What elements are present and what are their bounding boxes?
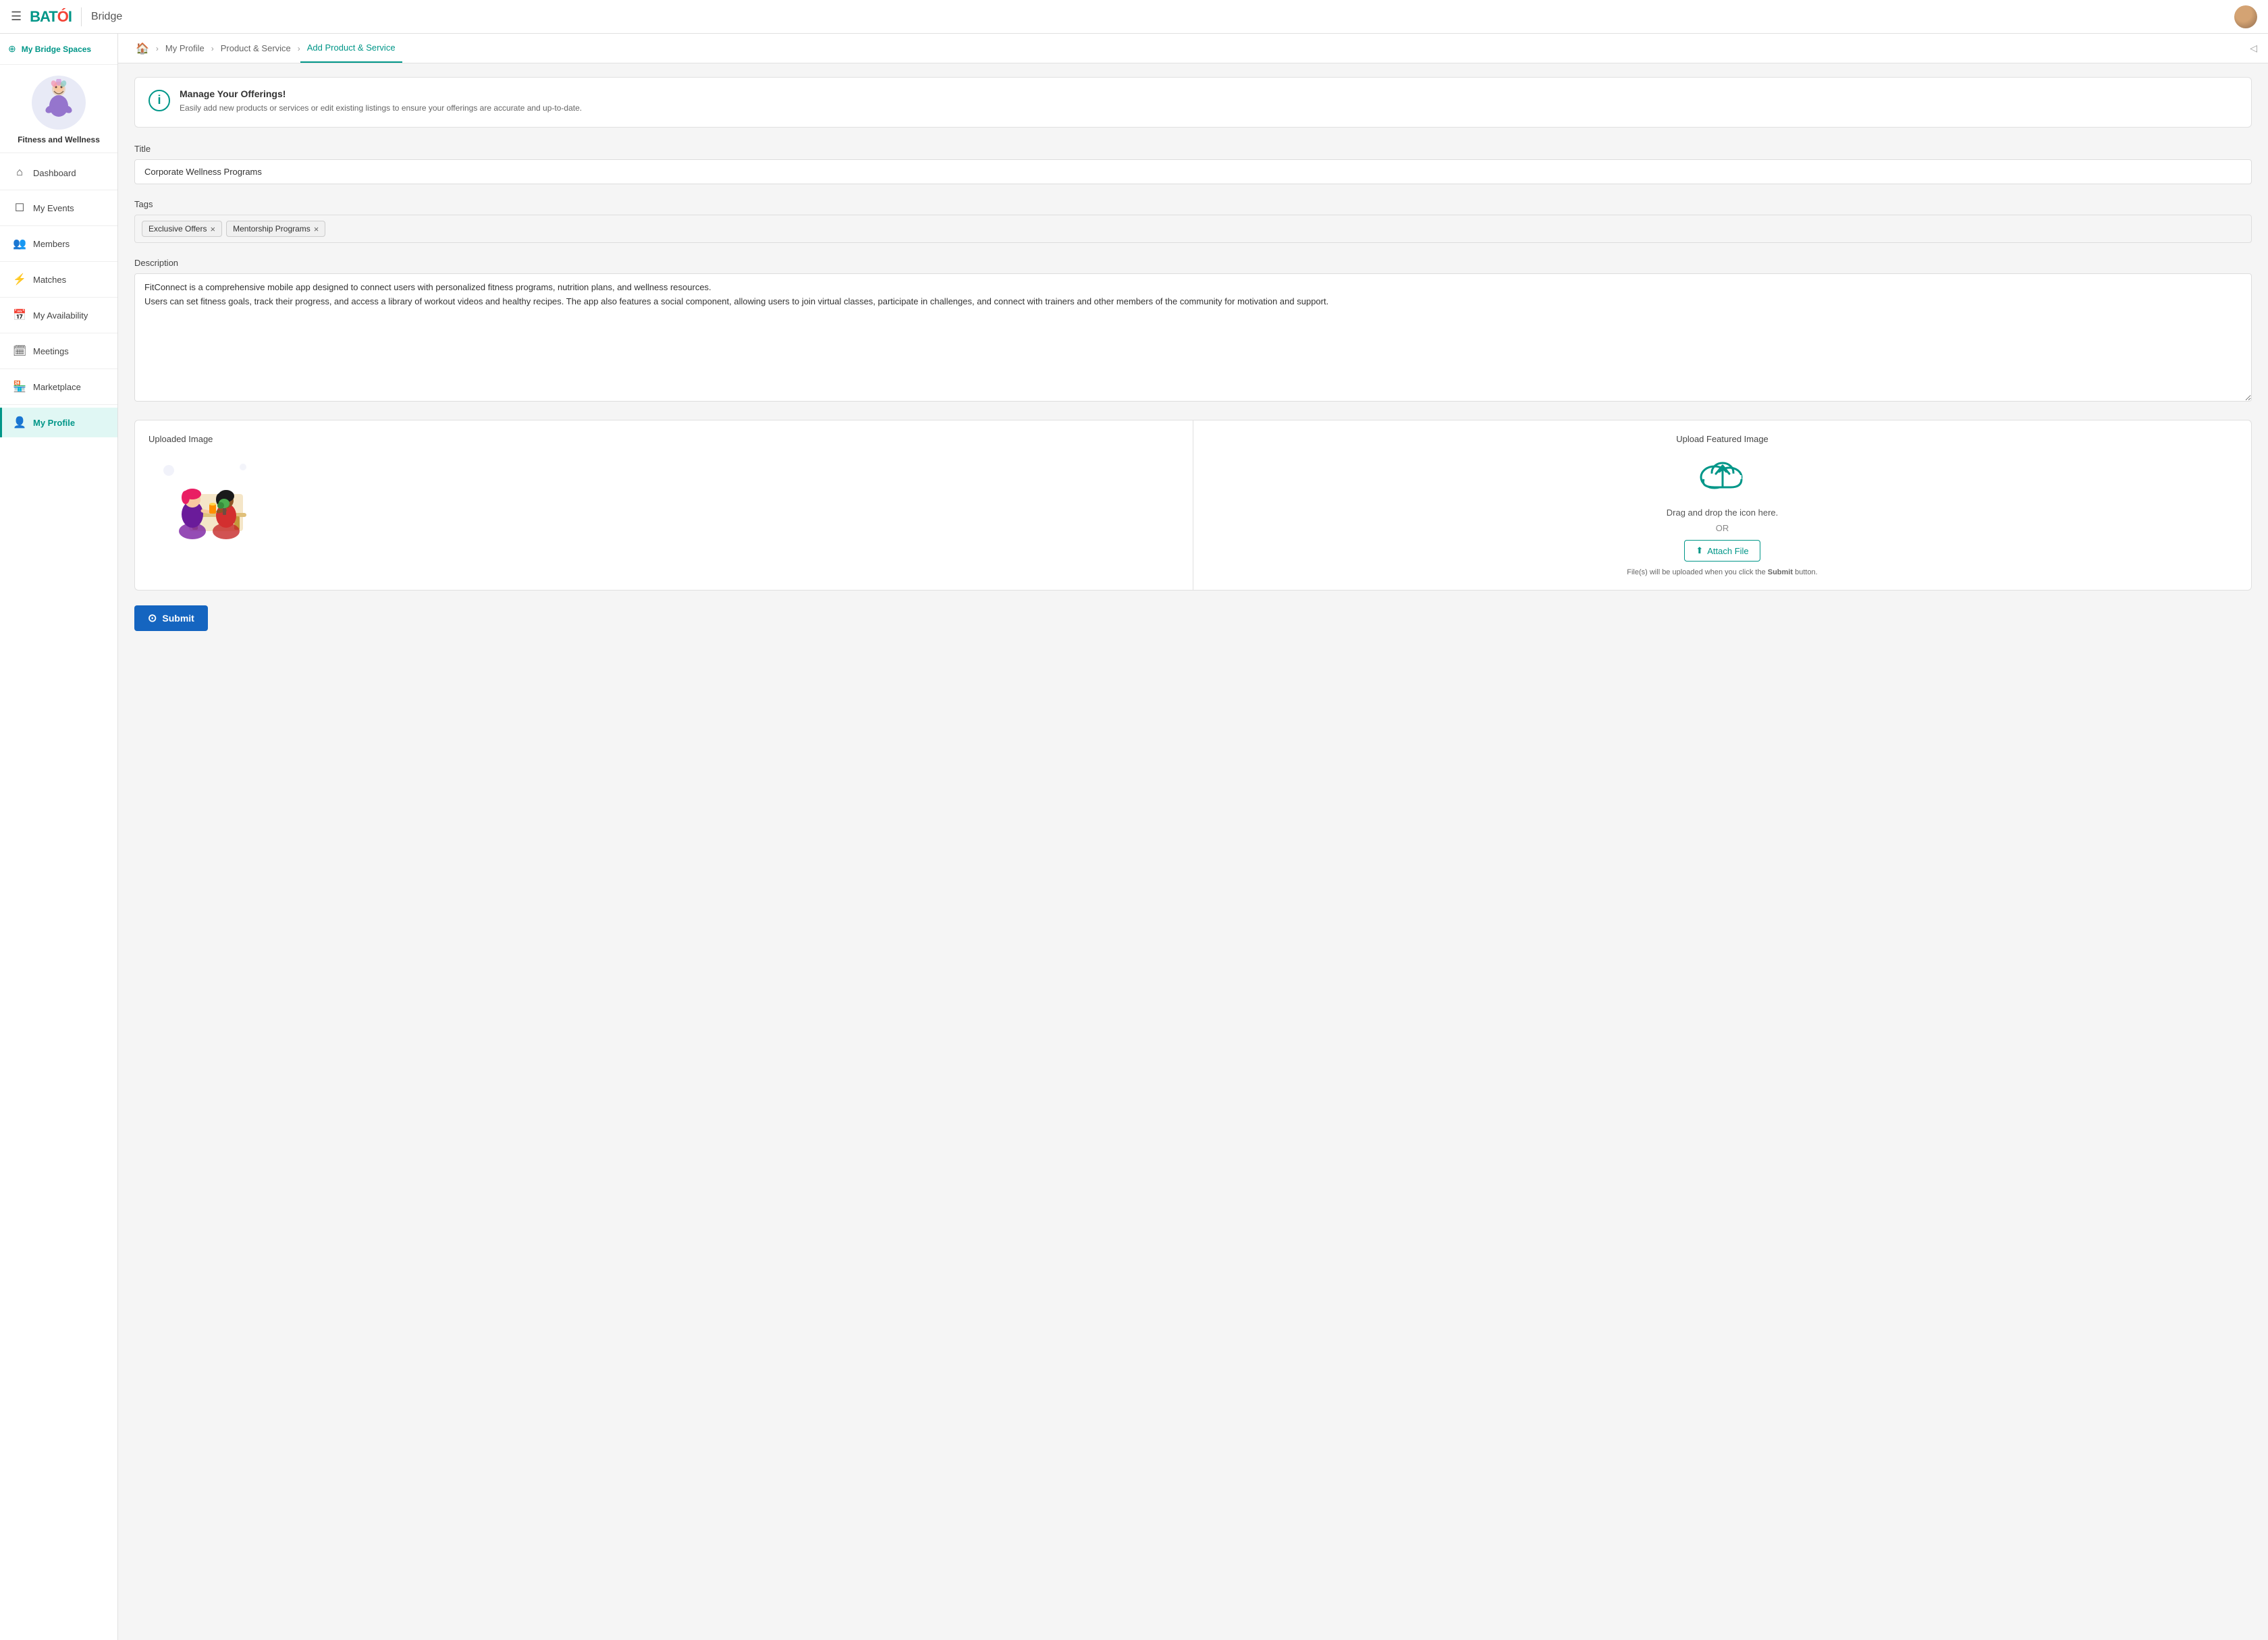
- info-banner-description: Easily add new products or services or e…: [180, 102, 582, 114]
- title-input[interactable]: [134, 159, 2252, 184]
- breadcrumb-add-product-service[interactable]: Add Product & Service: [300, 34, 402, 63]
- or-text: OR: [1716, 523, 1729, 533]
- breadcrumb-my-profile-label: My Profile: [165, 43, 205, 53]
- my-events-label: My Events: [33, 203, 74, 213]
- svg-text:i: i: [157, 93, 161, 107]
- title-section: Title: [134, 144, 2252, 184]
- breadcrumb-bar: 🏠 › My Profile › Product & Service › Add…: [118, 34, 2268, 63]
- info-banner-title: Manage Your Offerings!: [180, 88, 582, 99]
- attach-icon: ⬆: [1696, 545, 1703, 556]
- tag-mentorship-programs: Mentorship Programs ×: [226, 221, 325, 237]
- my-bridge-spaces-header[interactable]: ⊕ My Bridge Spaces: [0, 34, 117, 65]
- profile-illustration: [35, 79, 82, 126]
- attach-file-button[interactable]: ⬆ Attach File: [1684, 540, 1760, 562]
- image-row: Uploaded Image: [134, 420, 2252, 591]
- bridge-spaces-icon: ⊕: [8, 43, 16, 55]
- upload-note-end: button.: [1795, 568, 1818, 576]
- top-nav: ☰ BATÓI Bridge: [0, 0, 2268, 34]
- meetings-label: Meetings: [33, 346, 69, 356]
- home-icon: 🏠: [136, 42, 149, 55]
- submit-button[interactable]: ⊙ Submit: [134, 605, 208, 631]
- sidebar-item-marketplace[interactable]: 🏪 Marketplace: [0, 372, 117, 402]
- sidebar-item-dashboard[interactable]: ⌂ Dashboard: [0, 159, 117, 187]
- sidebar: ⊕ My Bridge Spaces: [0, 34, 118, 1640]
- avatar-image: [2234, 5, 2257, 28]
- sidebar-item-members[interactable]: 👥 Members: [0, 229, 117, 258]
- tag-mentorship-programs-remove[interactable]: ×: [314, 225, 319, 234]
- sidebar-avatar: [32, 76, 86, 130]
- sidebar-profile: Fitness and Wellness: [0, 65, 117, 153]
- members-icon: 👥: [13, 237, 26, 250]
- uploaded-image-illustration: [148, 454, 256, 541]
- sidebar-item-meetings[interactable]: 🗓 Meetings: [0, 336, 117, 366]
- my-availability-icon: 📅: [13, 308, 26, 322]
- upload-note: File(s) will be uploaded when you click …: [1627, 568, 1817, 576]
- info-icon: i: [148, 90, 170, 116]
- nav-divider-4: [0, 297, 117, 298]
- tags-label: Tags: [134, 199, 2252, 209]
- breadcrumb-collapse-button[interactable]: ◁: [2250, 43, 2257, 54]
- nav-divider-7: [0, 404, 117, 405]
- title-label: Title: [134, 144, 2252, 154]
- attach-file-label: Attach File: [1707, 546, 1748, 556]
- breadcrumb-my-profile[interactable]: My Profile: [159, 34, 211, 63]
- bridge-label: Bridge: [91, 11, 122, 23]
- my-profile-icon: 👤: [13, 416, 26, 429]
- upload-note-submit: Submit: [1768, 568, 1793, 576]
- tags-section: Tags Exclusive Offers × Mentorship Progr…: [134, 199, 2252, 243]
- description-textarea[interactable]: FitConnect is a comprehensive mobile app…: [134, 273, 2252, 402]
- breadcrumb-product-service-label: Product & Service: [221, 43, 291, 53]
- marketplace-label: Marketplace: [33, 382, 81, 392]
- uploaded-image-label: Uploaded Image: [148, 434, 1179, 444]
- upload-note-text: File(s) will be uploaded when you click …: [1627, 568, 1765, 576]
- user-avatar[interactable]: [2234, 5, 2257, 28]
- upload-featured-image-label: Upload Featured Image: [1676, 434, 1769, 444]
- members-label: Members: [33, 239, 70, 249]
- nav-divider-6: [0, 368, 117, 369]
- sidebar-item-matches[interactable]: ⚡ Matches: [0, 265, 117, 294]
- nav-divider-3: [0, 261, 117, 262]
- info-banner: i Manage Your Offerings! Easily add new …: [134, 77, 2252, 128]
- main-content: 🏠 › My Profile › Product & Service › Add…: [118, 34, 2268, 1640]
- tag-mentorship-programs-label: Mentorship Programs: [233, 224, 310, 234]
- hamburger-menu[interactable]: ☰: [11, 9, 22, 24]
- content-area: i Manage Your Offerings! Easily add new …: [118, 63, 2268, 1640]
- bridge-spaces-label: My Bridge Spaces: [22, 45, 91, 54]
- logo-text: BATÓI: [30, 8, 72, 26]
- sidebar-item-my-availability[interactable]: 📅 My Availability: [0, 300, 117, 330]
- description-section: Description FitConnect is a comprehensiv…: [134, 258, 2252, 405]
- upload-cloud-icon: [1696, 454, 1750, 501]
- sidebar-item-my-events[interactable]: ☐ My Events: [0, 193, 117, 223]
- breadcrumb-add-product-service-label: Add Product & Service: [307, 43, 396, 53]
- tags-container[interactable]: Exclusive Offers × Mentorship Programs ×: [134, 215, 2252, 243]
- sidebar-nav: ⌂ Dashboard ☐ My Events 👥 Members ⚡ Matc…: [0, 153, 117, 1640]
- submit-label: Submit: [162, 613, 194, 624]
- my-profile-label: My Profile: [33, 418, 75, 428]
- breadcrumb-product-service[interactable]: Product & Service: [214, 34, 298, 63]
- info-banner-text: Manage Your Offerings! Easily add new pr…: [180, 88, 582, 114]
- breadcrumb-home[interactable]: 🏠: [129, 34, 156, 63]
- my-availability-label: My Availability: [33, 310, 88, 321]
- nav-divider: [81, 7, 82, 26]
- marketplace-icon: 🏪: [13, 380, 26, 393]
- submit-bar: ⊙ Submit: [134, 605, 2252, 631]
- tag-exclusive-offers-label: Exclusive Offers: [148, 224, 207, 234]
- logo: BATÓI: [30, 8, 72, 26]
- my-events-icon: ☐: [13, 201, 26, 215]
- submit-icon: ⊙: [148, 611, 157, 625]
- description-label: Description: [134, 258, 2252, 268]
- uploaded-image-panel: Uploaded Image: [135, 420, 1193, 590]
- matches-icon: ⚡: [13, 273, 26, 286]
- tag-exclusive-offers: Exclusive Offers ×: [142, 221, 222, 237]
- nav-divider-2: [0, 225, 117, 226]
- upload-featured-image-panel: Upload Featured Image: [1193, 420, 2251, 590]
- meetings-icon: 🗓: [13, 344, 26, 358]
- sidebar-profile-name: Fitness and Wellness: [18, 135, 100, 144]
- tag-exclusive-offers-remove[interactable]: ×: [210, 225, 215, 234]
- sidebar-item-my-profile[interactable]: 👤 My Profile: [0, 408, 117, 437]
- dashboard-label: Dashboard: [33, 168, 76, 178]
- matches-label: Matches: [33, 275, 66, 285]
- dashboard-icon: ⌂: [13, 167, 26, 179]
- drag-drop-text: Drag and drop the icon here.: [1667, 508, 1779, 518]
